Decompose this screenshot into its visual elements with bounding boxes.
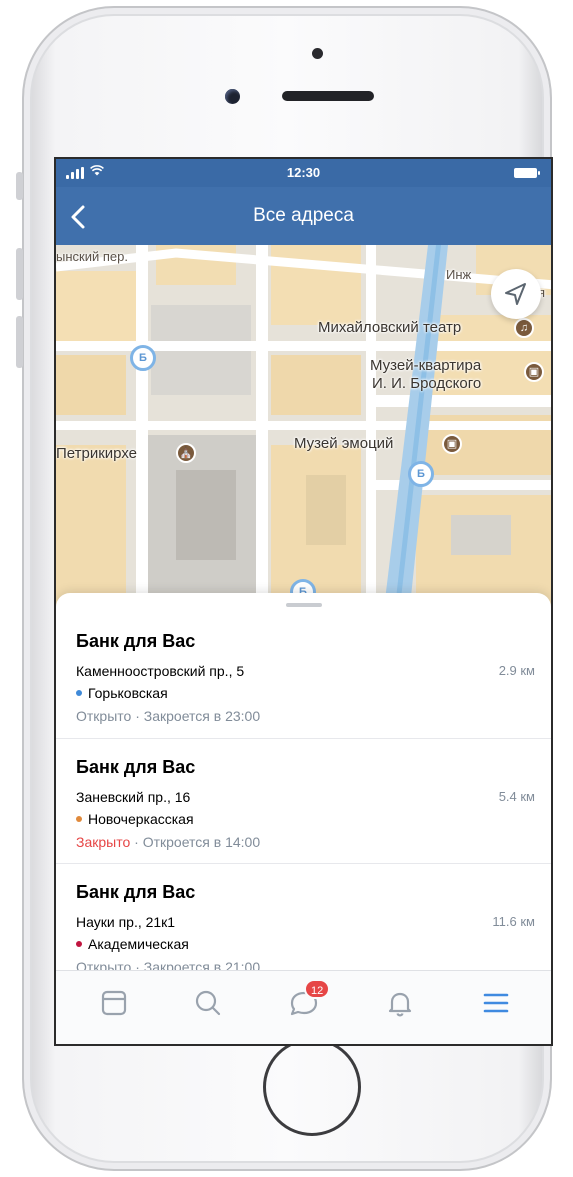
battery-icon [514,168,540,178]
bank-pin-label: Б [139,352,147,364]
bank-pin-label: Б [417,468,425,480]
place-metro-name: Горьковская [88,685,168,701]
messages-badge: 12 [304,979,331,999]
map-view[interactable]: ынский пер. Инж я Михайловский театр ♫ М… [56,245,551,625]
place-metro: Горьковская [76,685,168,701]
metro-line-dot-icon [76,941,82,947]
map-label-street-right: Инж [446,267,472,282]
map-label-museum-flat-line2[interactable]: И. И. Бродского [372,375,481,392]
place-distance: 11.6 км [492,914,535,929]
sheet-drag-handle[interactable] [285,603,322,607]
church-icon[interactable]: ⛪ [176,443,196,463]
navigation-arrow-icon [505,283,526,305]
place-address: Заневский пр., 16 [76,789,191,805]
locate-me-button[interactable] [491,269,541,319]
map-label-street: ынский пер. [56,249,128,264]
list-item[interactable]: Банк для Вас Каменноостровский пр., 5 2.… [56,613,551,737]
places-sheet[interactable]: Банк для Вас Каменноостровский пр., 5 2.… [56,593,551,974]
place-address: Каменноостровский пр., 5 [76,663,245,679]
volume-up-button[interactable] [16,248,23,300]
front-camera [225,89,240,104]
earpiece-speaker [282,91,374,101]
bell-icon [388,992,412,1017]
status-bar: 12:30 [56,159,551,187]
list-item[interactable]: Банк для Вас Науки пр., 21к1 11.6 км Ака… [56,863,551,974]
tab-search[interactable] [190,985,226,1021]
tab-bar: 12 [56,970,551,1044]
place-title: Банк для Вас [76,631,196,651]
place-status: Закрыто · Откроется в 14:00 [76,834,260,850]
bank-pin-icon[interactable]: Б [130,345,156,371]
place-distance: 2.9 км [498,663,535,678]
place-status-detail: · Откроется в 14:00 [134,834,261,850]
status-time: 12:30 [286,165,321,180]
phone-screen: 12:30 Все адреса ынский пер. Инж я Михай… [54,157,553,1046]
place-address: Науки пр., 21к1 [76,914,176,930]
map-label-theatre[interactable]: Михайловский театр [318,319,461,336]
place-status-state: Закрыто [76,834,131,850]
place-title: Банк для Вас [76,882,196,902]
place-status: Открыто · Закроется в 23:00 [76,708,260,724]
place-status-state: Открыто [76,708,132,724]
place-metro: Новочеркасская [76,811,194,827]
theatre-icon[interactable]: ♫ [514,318,534,338]
place-metro: Академическая [76,936,189,952]
tab-messages[interactable]: 12 [286,979,331,1021]
map-label-museum-flat-line1[interactable]: Музей-квартира [370,357,481,374]
metro-line-dot-icon [76,816,82,822]
place-status-detail: · Закроется в 23:00 [135,708,261,724]
home-button[interactable] [263,1038,361,1136]
bank-pin-icon[interactable]: Б [408,461,434,487]
metro-line-dot-icon [76,690,82,696]
page-title: Все адреса [253,205,354,226]
museum-icon[interactable]: ▣ [524,362,544,382]
newsfeed-icon [101,990,127,1016]
place-distance: 5.4 км [498,789,535,804]
hamburger-menu-icon [483,993,509,1013]
search-icon [195,990,221,1016]
list-item[interactable]: Банк для Вас Заневский пр., 16 5.4 км Но… [56,738,551,862]
museum-emotions-icon[interactable]: ▣ [442,434,462,454]
tab-news[interactable] [96,985,132,1021]
place-metro-name: Академическая [88,936,189,952]
place-metro-name: Новочеркасская [88,811,194,827]
place-title: Банк для Вас [76,757,196,777]
volume-down-button[interactable] [16,316,23,368]
tab-menu[interactable] [478,985,514,1021]
navigation-bar: Все адреса [56,187,551,245]
proximity-sensor [312,48,323,59]
mute-switch[interactable] [16,172,23,200]
tab-notifications[interactable] [382,985,418,1021]
map-label-church[interactable]: Петрикирхе [56,445,137,462]
map-label-museum-emotions[interactable]: Музей эмоций [294,435,393,452]
